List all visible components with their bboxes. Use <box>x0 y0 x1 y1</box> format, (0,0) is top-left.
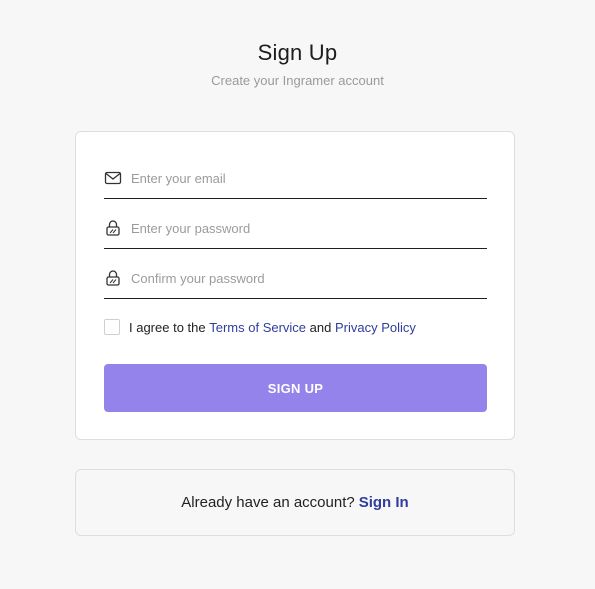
signup-card: I agree to the Terms of Service and Priv… <box>75 131 515 440</box>
privacy-policy-link[interactable]: Privacy Policy <box>335 320 416 335</box>
password-input[interactable] <box>131 217 481 239</box>
signin-card: Already have an account? Sign In <box>75 469 515 536</box>
email-field-row <box>104 165 487 199</box>
email-input[interactable] <box>131 167 481 189</box>
agree-prefix: I agree to the <box>129 319 210 335</box>
mail-icon <box>104 169 122 187</box>
lock-icon <box>104 269 122 287</box>
lock-icon <box>104 219 122 237</box>
page-title: Sign Up <box>257 40 338 65</box>
confirm-password-field-row <box>104 265 487 299</box>
terms-agreement: I agree to the Terms of Service and Priv… <box>104 318 416 336</box>
confirm-password-input[interactable] <box>131 267 481 289</box>
sign-in-link[interactable]: Sign In <box>359 494 409 511</box>
terms-checkbox[interactable] <box>104 319 120 335</box>
password-field-row <box>104 215 487 249</box>
terms-of-service-link[interactable]: Terms of Service <box>209 320 306 335</box>
sign-up-button[interactable]: SIGN UP <box>104 364 487 412</box>
signin-prompt: Already have an account? <box>181 494 355 511</box>
page-subtitle: Create your Ingramer account <box>211 73 384 88</box>
agree-middle: and <box>306 319 335 335</box>
